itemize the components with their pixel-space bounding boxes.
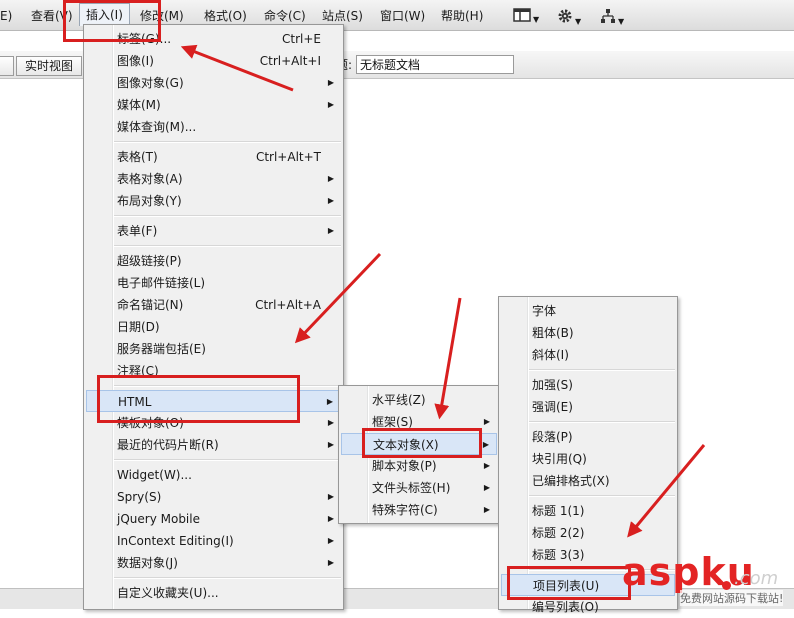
arrow-to-text-objects	[434, 297, 462, 420]
watermark-subtitle: 免费网站源码下载站!	[680, 590, 784, 606]
arrow-to-html	[294, 252, 382, 344]
arrow-to-tag	[180, 44, 294, 92]
annotation-arrows	[180, 44, 706, 538]
watermark-dot	[722, 581, 731, 590]
arrow-to-unordered-list	[627, 444, 706, 538]
watermark-suffix: .com	[734, 568, 779, 589]
